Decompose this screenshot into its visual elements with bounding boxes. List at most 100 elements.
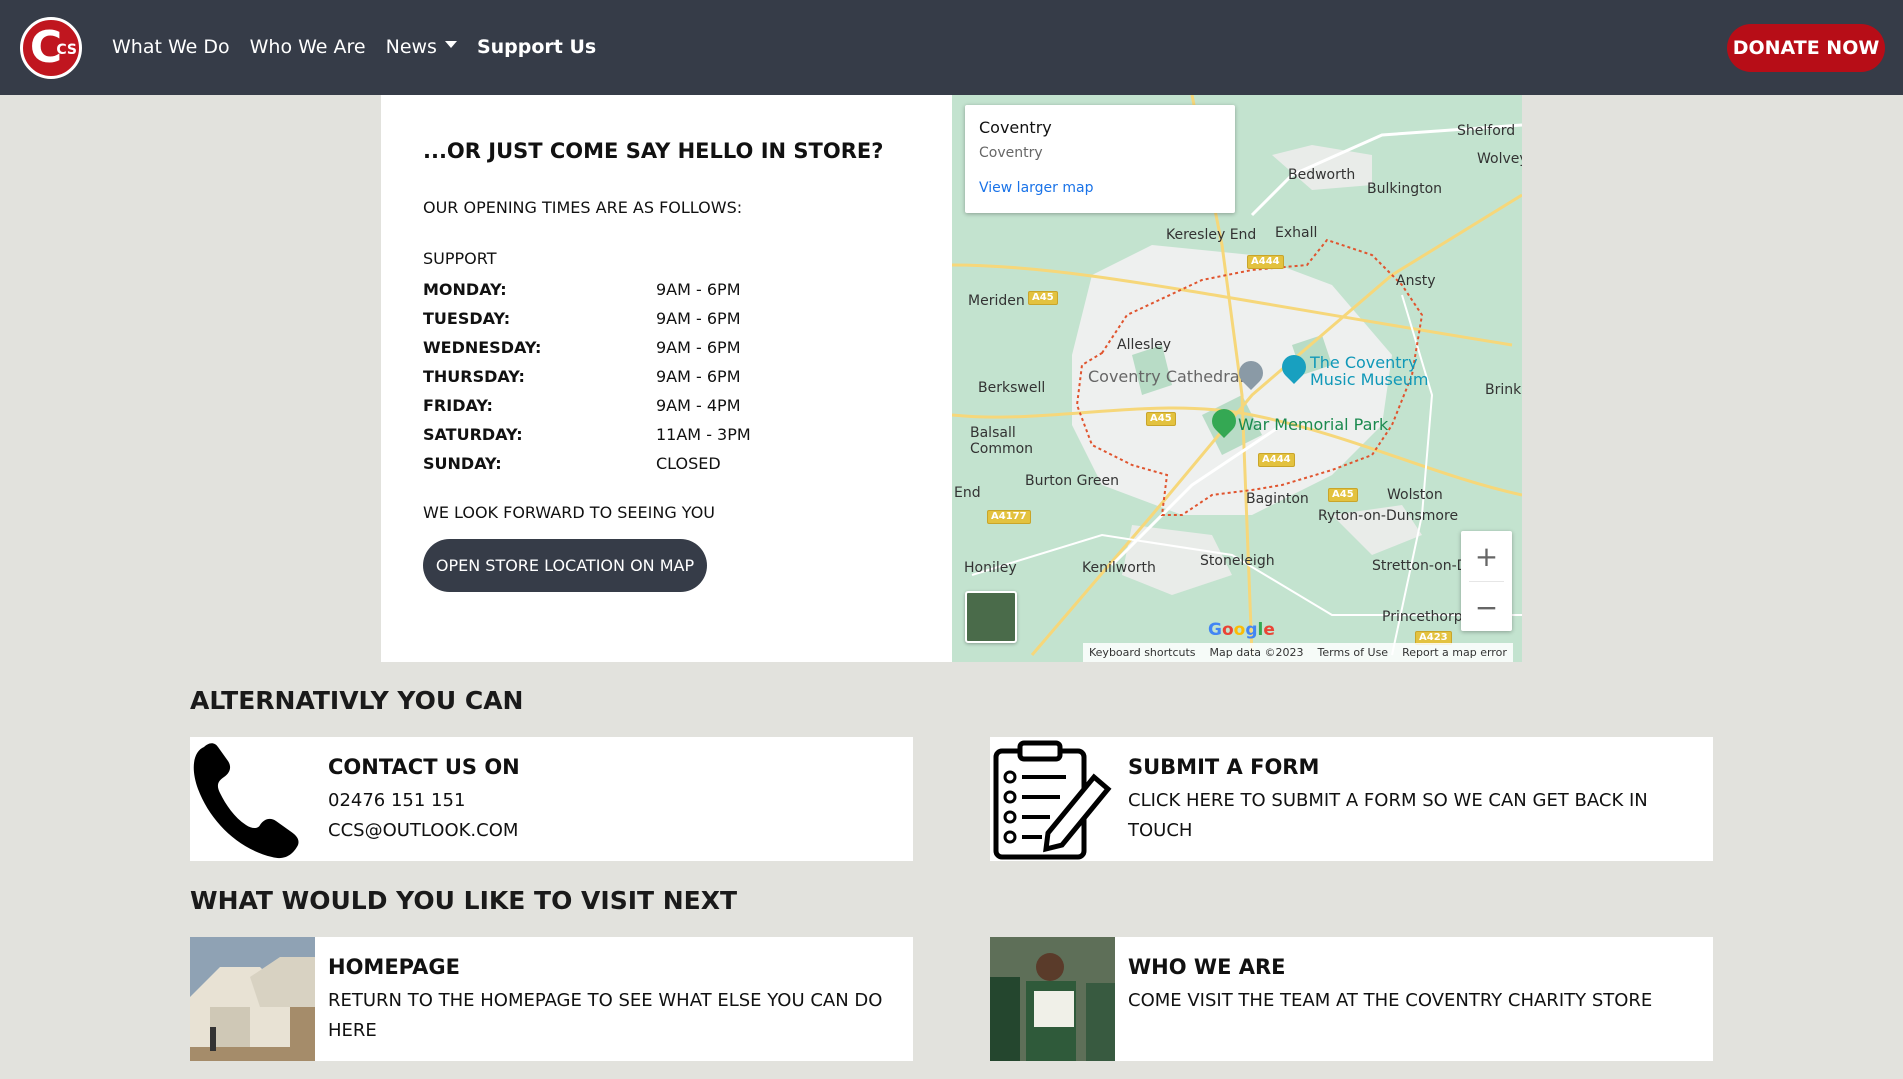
contact-title: CONTACT US ON <box>328 755 520 779</box>
map-label: Shelford <box>1457 123 1516 139</box>
map-label: Ryton-on-Dunsmore <box>1318 508 1459 524</box>
map-label: War Memorial Park <box>1238 415 1389 434</box>
map-label: Exhall <box>1275 225 1318 241</box>
map-label: Burton Green <box>1025 473 1120 489</box>
contact-phone[interactable]: 02476 151 151 <box>328 786 898 816</box>
map-footer: Keyboard shortcuts Map data ©2023 Terms … <box>1083 643 1513 662</box>
hours-time: CLOSED <box>656 454 721 473</box>
map-label: Baginton <box>1246 491 1309 507</box>
google-logo: Google <box>1208 620 1275 640</box>
road-badge: A4177 <box>987 510 1031 524</box>
map-info-subtitle: Coventry <box>979 145 1043 161</box>
view-larger-map-link[interactable]: View larger map <box>979 180 1093 196</box>
map-label: Balsall Common <box>970 425 1034 457</box>
homepage-title: HOMEPAGE <box>328 955 460 979</box>
store-subheading: OUR OPENING TIMES ARE AS FOLLOWS: <box>423 198 743 217</box>
map-label: Stretton-on-D <box>1372 558 1468 574</box>
hours-row: SUNDAY: CLOSED <box>423 449 803 478</box>
satellite-toggle[interactable] <box>965 591 1017 643</box>
google-letter: e <box>1263 620 1275 640</box>
form-card[interactable]: SUBMIT A FORM CLICK HERE TO SUBMIT A FOR… <box>990 737 1713 861</box>
zoom-out-button[interactable]: − <box>1461 582 1512 632</box>
hours-day: SATURDAY: <box>423 425 523 444</box>
nav-what-we-do[interactable]: What We Do <box>112 36 230 58</box>
ccs-logo[interactable]: C CS <box>20 17 82 79</box>
zoom-in-button[interactable]: + <box>1461 531 1512 581</box>
map-label: The Coventry Music Museum <box>1310 353 1429 389</box>
hours-title: SUPPORT <box>423 249 497 268</box>
hours-row: MONDAY: 9AM - 6PM <box>423 275 803 304</box>
hours-row: WEDNESDAY: 9AM - 6PM <box>423 333 803 362</box>
google-letter: o <box>1233 620 1246 640</box>
report-error-link[interactable]: Report a map error <box>1402 646 1507 659</box>
form-description: CLICK HERE TO SUBMIT A FORM SO WE CAN GE… <box>1128 790 1648 841</box>
hours-day: FRIDAY: <box>423 396 493 415</box>
alt-section-title: ALTERNATIVLY YOU CAN <box>190 686 524 715</box>
hours-row: TUESDAY: 9AM - 6PM <box>423 304 803 333</box>
store-panel: ...OR JUST COME SAY HELLO IN STORE? OUR … <box>381 95 952 662</box>
hours-time: 11AM - 3PM <box>656 425 751 444</box>
nav-news-dropdown[interactable]: News <box>386 36 457 58</box>
map-label: Bulkington <box>1367 181 1443 197</box>
contact-email[interactable]: CCS@OUTLOOK.COM <box>328 816 898 846</box>
hours-time: 9AM - 6PM <box>656 338 741 357</box>
keyboard-shortcuts-link[interactable]: Keyboard shortcuts <box>1089 646 1196 659</box>
map-label: End <box>954 485 981 501</box>
map-label: Honiley <box>964 560 1017 576</box>
map-info-card: Coventry Coventry View larger map <box>965 105 1235 213</box>
hours-time: 9AM - 6PM <box>656 367 741 386</box>
homepage-card[interactable]: HOMEPAGE RETURN TO THE HOMEPAGE TO SEE W… <box>190 937 913 1061</box>
terms-link[interactable]: Terms of Use <box>1318 646 1389 659</box>
hours-day: SUNDAY: <box>423 454 502 473</box>
map-data-text: Map data ©2023 <box>1209 646 1304 659</box>
logo-sub: CS <box>56 42 77 58</box>
map-label: Keresley End <box>1166 227 1257 243</box>
zoom-control: + − <box>1461 531 1512 631</box>
hours-row: FRIDAY: 9AM - 4PM <box>423 391 803 420</box>
hours-row: SATURDAY: 11AM - 3PM <box>423 420 803 449</box>
hours-day: WEDNESDAY: <box>423 338 542 357</box>
store-heading: ...OR JUST COME SAY HELLO IN STORE? <box>423 139 884 163</box>
map-label: Princethorp <box>1382 609 1463 625</box>
volunteers-image <box>990 937 1115 1061</box>
open-map-button[interactable]: OPEN STORE LOCATION ON MAP <box>423 539 707 592</box>
map-label: Stoneleigh <box>1200 553 1275 569</box>
map-label: Bedworth <box>1288 167 1356 183</box>
road-badge: A444 <box>1247 255 1284 269</box>
google-letter: g <box>1245 620 1258 640</box>
visit-section-title: WHAT WOULD YOU LIKE TO VISIT NEXT <box>190 886 738 915</box>
nav-links: What We Do Who We Are News Support Us <box>112 36 596 58</box>
who-we-are-card[interactable]: WHO WE ARE COME VISIT THE TEAM AT THE CO… <box>990 937 1713 1061</box>
hours-time: 9AM - 6PM <box>656 280 741 299</box>
hours-row: THURSDAY: 9AM - 6PM <box>423 362 803 391</box>
map-label: Wolston <box>1387 487 1443 503</box>
phone-icon <box>190 737 315 861</box>
contact-card[interactable]: CONTACT US ON 02476 151 151 CCS@OUTLOOK.… <box>190 737 913 861</box>
map-label: Meriden <box>968 293 1025 309</box>
homepage-description: RETURN TO THE HOMEPAGE TO SEE WHAT ELSE … <box>328 990 883 1041</box>
form-title: SUBMIT A FORM <box>1128 755 1320 779</box>
hours-day: MONDAY: <box>423 280 507 299</box>
caret-down-icon <box>444 41 457 48</box>
donate-button[interactable]: DONATE NOW <box>1727 24 1885 72</box>
who-we-are-description: COME VISIT THE TEAM AT THE COVENTRY CHAR… <box>1128 990 1653 1011</box>
google-letter: G <box>1208 620 1222 640</box>
road-badge: A444 <box>1258 453 1295 467</box>
road-badge: A45 <box>1146 412 1176 426</box>
google-letter: o <box>1221 620 1234 640</box>
hours-time: 9AM - 6PM <box>656 309 741 328</box>
embedded-map[interactable]: Coventry Coventry View larger map Shelfo… <box>952 95 1522 662</box>
store-closing-text: WE LOOK FORWARD TO SEEING YOU <box>423 503 716 522</box>
road-badge: A45 <box>1028 291 1058 305</box>
nav-who-we-are[interactable]: Who We Are <box>250 36 366 58</box>
nav-support-us[interactable]: Support Us <box>477 36 596 58</box>
map-label: Wolvey <box>1477 151 1522 167</box>
hours-time: 9AM - 4PM <box>656 396 741 415</box>
road-badge: A45 <box>1328 488 1358 502</box>
map-label: Ansty <box>1396 273 1436 289</box>
map-label: Berkswell <box>978 380 1046 396</box>
who-we-are-title: WHO WE ARE <box>1128 955 1286 979</box>
map-label: Allesley <box>1117 337 1172 353</box>
refugee-camp-image <box>190 937 315 1061</box>
map-info-title: Coventry <box>979 118 1052 137</box>
